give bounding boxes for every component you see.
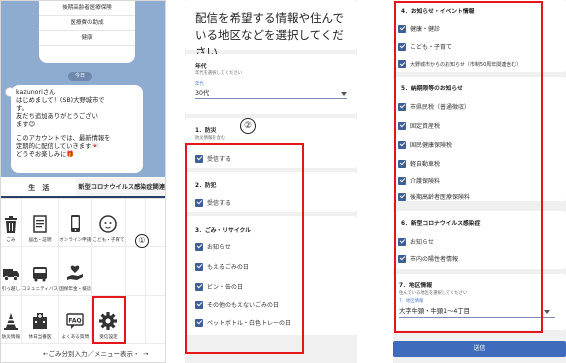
menu-label: オンライン申請 — [59, 238, 92, 244]
message-line: ます😉 — [16, 121, 36, 128]
rich-menu-footer[interactable]: ←ごみ分別入力／メニュー表示・ → — [1, 344, 165, 362]
section-title: 年代 — [195, 64, 207, 70]
menu-label: コミュニティバス — [21, 286, 59, 292]
age-card: 年代 年代を選択してください 年代 30代 — [185, 54, 357, 114]
menu-moving[interactable]: 引っ越し — [1, 247, 22, 296]
age-select-underline — [195, 98, 347, 99]
bubble-item[interactable]: 後期高齢者医療保険 — [39, 1, 135, 16]
message-line: す。 — [16, 105, 28, 112]
welcome-message: kazunoriさん はじめまして！(SB)大野城市で す。 友だち追加ありがと… — [11, 85, 143, 173]
menu-label: ごみ — [6, 238, 16, 244]
date-label: 今日 — [68, 72, 92, 81]
footer-arrow: → — [143, 350, 149, 358]
menu-blank — [146, 296, 165, 344]
message-line: このアカウントでは、最新情報を — [16, 135, 111, 142]
baby-icon — [99, 215, 118, 234]
section-subtitle: 防災情報を含む — [195, 136, 226, 141]
trash-icon — [4, 216, 17, 234]
chevron-down-icon — [544, 310, 550, 314]
svg-text:FAQ: FAQ — [69, 317, 82, 324]
menu-bubble: 後期高齢者医療保険 医療費の助成 健康 — [39, 1, 135, 63]
rich-menu-tabs: 生 活 新型コロナウイルス感染症関連 — [1, 178, 165, 198]
message-line: 友だち追加ありがとうござい — [16, 113, 98, 120]
menu-blank — [146, 247, 165, 296]
page-title: 配信を希望する情報や住んでいる地区などを選択してください — [195, 11, 344, 59]
menu-label: 国保年金・検診 — [59, 286, 92, 292]
menu-holiday-doctor[interactable]: 休日当番医 — [21, 295, 60, 344]
cone-icon — [3, 312, 18, 330]
menu-faq[interactable]: FAQ よくある質問 — [59, 295, 93, 344]
menu-certificate[interactable]: 届出・証明 — [21, 199, 60, 248]
document-icon — [33, 215, 47, 234]
menu-blank — [146, 199, 165, 248]
chevron-down-icon — [341, 92, 347, 96]
menu-label: 引っ越し — [1, 286, 21, 292]
step-marker-1: ① — [135, 234, 149, 248]
truck-icon — [2, 268, 19, 281]
menu-garbage[interactable]: ごみ — [1, 199, 22, 248]
hero-card: 配信を希望する情報や住んでいる地区などを選択してください — [185, 0, 357, 59]
menu-receive-settings[interactable]: 受信設定 — [92, 295, 126, 344]
smartphone-icon — [71, 215, 81, 233]
bubble-item[interactable]: 健康 — [39, 31, 135, 46]
menu-insurance[interactable]: 国保年金・検診 — [59, 247, 93, 296]
message-line: どうぞお楽しみに🎁 — [16, 151, 75, 158]
rich-menu-grid: ごみ 届出・証明 オンライン申請 こども・子育て 引っ越し コミュニティバス 国… — [1, 198, 165, 344]
menu-label: 届出・証明 — [28, 238, 52, 244]
tab-covid[interactable]: 新型コロナウイルス感染症関連 — [76, 178, 165, 198]
highlight-box — [394, 1, 543, 333]
menu-label: 休日当番医 — [28, 334, 52, 340]
hospital-icon — [32, 312, 47, 329]
settings-form-right: 4．お知らせ・イベント情報 健康・健診 こども・子育て 大野城市からのお知らせ（… — [393, 0, 566, 363]
message-line: kazunoriさん — [16, 89, 56, 96]
menu-label: よくある質問 — [61, 334, 90, 340]
menu-blank — [125, 247, 147, 296]
section-subtitle: 年代を選択してください — [195, 71, 243, 76]
message-line: 定期的に配信していきます💌 — [16, 143, 100, 150]
footer-label: ←ごみ分別入力／メニュー表示・ — [43, 350, 140, 358]
message-line: はじめまして！(SB)大野城市で — [16, 97, 105, 104]
age-field-label: 年代 — [195, 82, 204, 87]
section-title: 1．防災 — [195, 128, 217, 134]
tab-life[interactable]: 生 活 — [1, 178, 77, 198]
menu-blank — [125, 295, 147, 344]
menu-label: 受信設定 — [99, 334, 118, 340]
menu-disaster[interactable]: 防災情報 — [1, 295, 22, 344]
age-select[interactable]: 30代 — [195, 88, 209, 97]
line-chat-panel: 後期高齢者医療保険 医療費の助成 健康 今日 kazunoriさん はじめまして… — [0, 0, 166, 363]
gear-icon — [99, 311, 118, 330]
menu-label: こども・子育て — [92, 238, 125, 244]
chat-area: 後期高齢者医療保険 医療費の助成 健康 今日 kazunoriさん はじめまして… — [1, 1, 165, 177]
step-marker-2: ② — [240, 118, 256, 134]
menu-blank — [92, 247, 126, 296]
submit-button[interactable]: 送信 — [393, 341, 566, 357]
menu-label: 防災情報 — [1, 334, 21, 340]
rich-menu: 生 活 新型コロナウイルス感染症関連 ごみ 届出・証明 オンライン申請 こども・… — [1, 178, 165, 362]
menu-kids[interactable]: こども・子育て — [92, 199, 126, 248]
menu-bus[interactable]: コミュニティバス — [21, 247, 60, 296]
highlight-box — [185, 143, 304, 354]
faq-icon: FAQ — [66, 313, 84, 329]
settings-form-left: 配信を希望する情報や住んでいる地区などを選択してください 年代 年代を選択してく… — [185, 0, 357, 363]
bus-icon — [32, 266, 47, 282]
bubble-item[interactable]: 医療費の助成 — [39, 16, 135, 31]
hand-heart-icon — [67, 265, 84, 280]
menu-online[interactable]: オンライン申請 — [59, 199, 93, 248]
